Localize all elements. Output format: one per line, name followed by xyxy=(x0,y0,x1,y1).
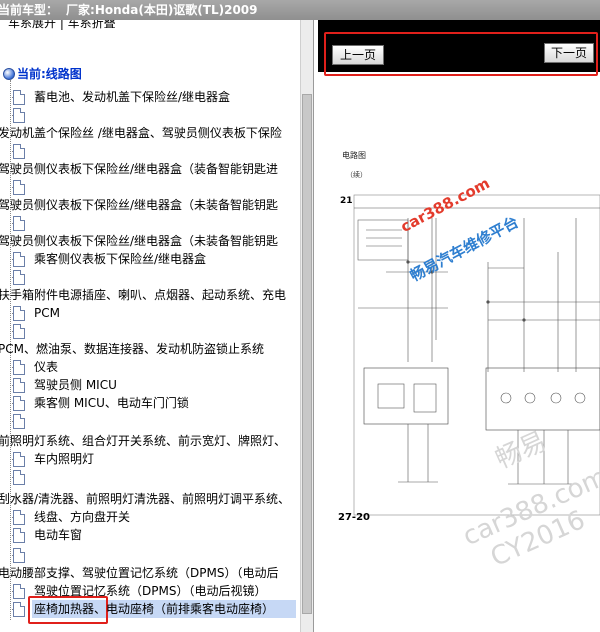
tree-item[interactable]: 驾驶员侧 MICU xyxy=(34,376,117,394)
document-icon xyxy=(13,324,25,339)
tree-item[interactable]: 仪表 xyxy=(34,358,58,376)
document-icon xyxy=(13,144,25,159)
tree-item[interactable]: 车内照明灯 xyxy=(34,450,94,468)
tree-item[interactable]: 蓄电池、发动机盖下保险丝/继电器盒 xyxy=(34,88,230,106)
tree-panel: 车系展开 | 车系折叠 当前:线路图 蓄电池、发动机盖下保险丝/继电器盒发动机盖… xyxy=(0,20,314,632)
tree-item[interactable]: 驾驶员侧仪表板下保险丝/继电器盒（未装备智能钥匙 xyxy=(0,232,278,250)
diagram-view-panel: 上一页 下一页 电路图 （续） 21 27-20 car388.com 畅易汽车… xyxy=(318,20,600,632)
tree-connector xyxy=(10,421,13,422)
tree-item[interactable]: 座椅加热器、电动座椅（前排乘客电动座椅） xyxy=(34,600,274,618)
document-icon xyxy=(13,528,25,543)
tree-expand-collapse-links[interactable]: 车系展开 | 车系折叠 xyxy=(8,20,116,32)
tree-item[interactable]: 前照明灯系统、组合灯开关系统、前示宽灯、牌照灯、 xyxy=(0,432,286,450)
tree-connector xyxy=(10,115,13,116)
document-icon xyxy=(13,216,25,231)
tree-connector xyxy=(10,477,13,478)
tree-item[interactable]: 乘客侧 MICU、电动车门门锁 xyxy=(34,394,189,412)
document-icon xyxy=(13,510,25,525)
document-icon xyxy=(13,548,25,563)
tree-item[interactable]: 驾驶员侧仪表板下保险丝/继电器盒（装备智能钥匙进 xyxy=(0,160,278,178)
tree-item[interactable]: 刮水器/清洗器、前照明灯清洗器、前照明灯调平系统、 xyxy=(0,490,290,508)
tree-item[interactable]: 扶手箱附件电源插座、喇叭、点烟器、起动系统、充电 xyxy=(0,286,286,304)
tree-connector xyxy=(10,187,13,188)
document-icon xyxy=(13,90,25,105)
document-icon xyxy=(13,360,25,375)
document-icon xyxy=(13,378,25,393)
tree-scrollbar-thumb[interactable] xyxy=(302,94,312,614)
tree-connector xyxy=(10,313,13,314)
tree-item[interactable]: PCM xyxy=(34,304,60,322)
current-model-label: 当前车型： xyxy=(0,3,59,17)
tree-item[interactable]: 电动车窗 xyxy=(34,526,82,544)
document-icon xyxy=(13,602,25,617)
document-icon xyxy=(13,470,25,485)
document-icon xyxy=(13,180,25,195)
wiring-diagram-page: 电路图 （续） 21 27-20 car388.com 畅易汽车维修平台 畅易 … xyxy=(318,72,600,632)
tree-item[interactable]: PCM、燃油泵、数据连接器、发动机防盗锁止系统 xyxy=(0,340,264,358)
tree-item[interactable]: 乘客侧仪表板下保险丝/继电器盒 xyxy=(34,250,206,268)
document-icon xyxy=(13,270,25,285)
tree-connector xyxy=(10,277,13,278)
highlight-nav-box xyxy=(324,32,598,76)
tree-item[interactable]: 发动机盖个保险丝 /继电器盒、驾驶员侧仪表板下保险 xyxy=(0,124,282,142)
document-icon xyxy=(13,108,25,123)
document-icon xyxy=(13,452,25,467)
tree-connector xyxy=(10,591,13,592)
tree-connector xyxy=(10,609,13,610)
tree-item[interactable]: 驾驶位置记忆系统（DPMS）（电动后视镜） xyxy=(34,582,266,600)
tree-item[interactable]: 驾驶员侧仪表板下保险丝/继电器盒（未装备智能钥匙 xyxy=(0,196,278,214)
document-icon xyxy=(13,252,25,267)
tree-connector xyxy=(10,367,13,368)
tree-connector xyxy=(10,97,13,98)
tree-connector xyxy=(10,259,13,260)
tree-connector xyxy=(10,535,13,536)
document-icon xyxy=(13,584,25,599)
tree-connector xyxy=(10,331,13,332)
tree-connector xyxy=(10,223,13,224)
window-title-bar: 当前车型： 厂家:Honda(本田)讴歌(TL)2009 xyxy=(0,0,600,20)
tree-item[interactable]: 线盘、方向盘开关 xyxy=(34,508,130,526)
tree-connector xyxy=(10,403,13,404)
document-icon xyxy=(13,414,25,429)
tree-item[interactable]: 电动腰部支撑、驾驶位置记忆系统（DPMS）（电动后 xyxy=(0,564,278,582)
current-model-value: 厂家:Honda(本田)讴歌(TL)2009 xyxy=(66,3,258,17)
tree-connector xyxy=(10,385,13,386)
tree-connector xyxy=(10,517,13,518)
document-icon xyxy=(13,396,25,411)
tree-connector xyxy=(10,459,13,460)
document-icon xyxy=(13,306,25,321)
globe-icon xyxy=(3,68,15,80)
tree-root-label[interactable]: 当前:线路图 xyxy=(17,65,82,83)
diagram-page-number: 27-20 xyxy=(338,512,370,523)
wiring-schematic xyxy=(353,194,600,516)
tree-connector xyxy=(10,151,13,152)
tree-connector xyxy=(10,555,13,556)
tree-view: 车系展开 | 车系折叠 当前:线路图 蓄电池、发动机盖下保险丝/继电器盒发动机盖… xyxy=(0,20,300,632)
